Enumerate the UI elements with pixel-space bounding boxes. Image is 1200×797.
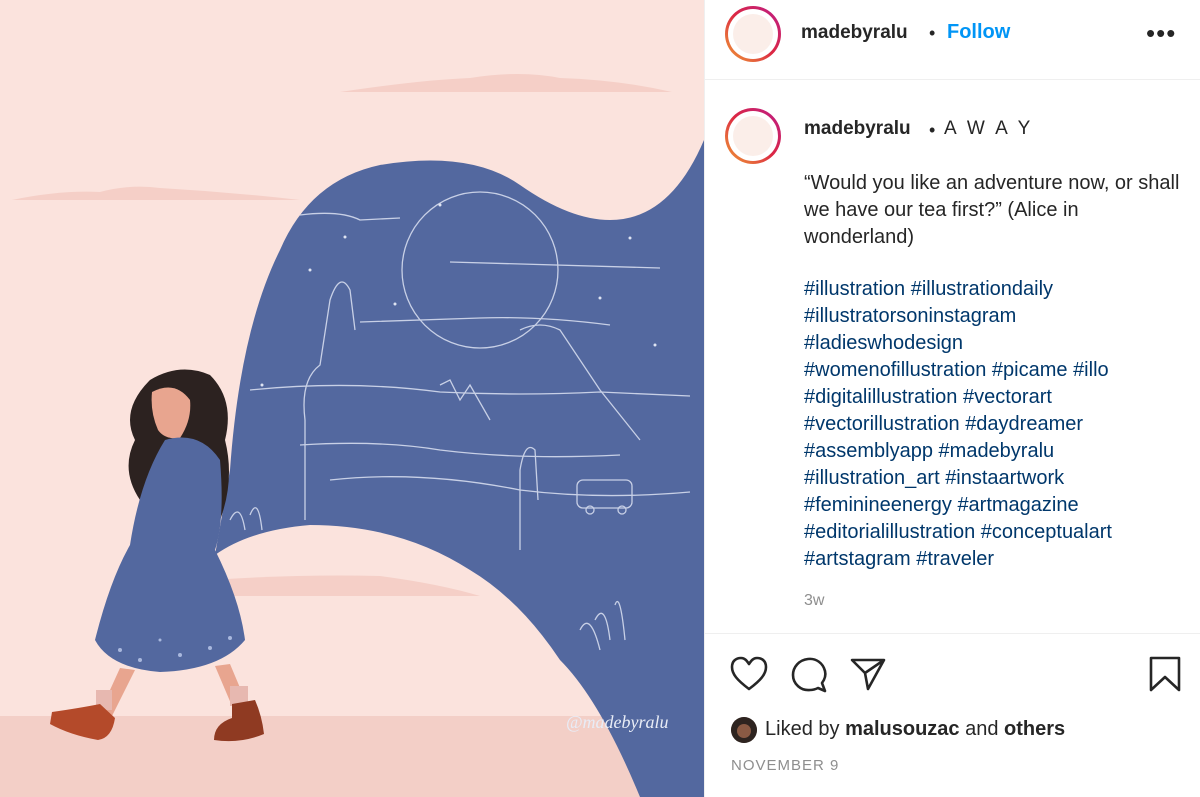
hashtag[interactable]: #picame	[992, 359, 1068, 381]
post-date[interactable]: NOVEMBER 9	[731, 757, 839, 774]
hashtag[interactable]: #conceptualart	[981, 521, 1112, 543]
post-header: madebyralu • Follow •••	[705, 0, 1200, 80]
share-icon[interactable]	[848, 655, 888, 693]
hashtag-list: #illustration #illustrationdaily #illust…	[804, 276, 1184, 573]
hashtag[interactable]: #womenofillustration	[804, 359, 986, 381]
hashtag[interactable]: #illustration_art	[804, 467, 940, 489]
hashtag[interactable]: #assemblyapp	[804, 440, 933, 462]
bookmark-icon[interactable]	[1148, 655, 1182, 693]
hashtag[interactable]: #vectorillustration	[804, 413, 960, 435]
hashtag[interactable]: #instaartwork	[945, 467, 1064, 489]
likes-middle: and	[959, 718, 1005, 740]
hashtag[interactable]: #artmagazine	[957, 494, 1078, 516]
caption-username[interactable]: madebyralu	[804, 118, 911, 140]
hashtag[interactable]: #illustratorsoninstagram	[804, 305, 1016, 327]
hashtag[interactable]: #traveler	[916, 548, 994, 570]
liker-avatar[interactable]	[731, 717, 757, 743]
caption-text: “Would you like an adventure now, or sha…	[804, 172, 1180, 248]
post-age[interactable]: 3w	[804, 592, 824, 610]
hashtag[interactable]: #madebyralu	[939, 440, 1055, 462]
hashtag[interactable]: #digitalillustration	[804, 386, 957, 408]
hashtag[interactable]: #artstagram	[804, 548, 911, 570]
hashtag[interactable]: #ladieswhodesign	[804, 332, 963, 354]
post-image[interactable]: @madebyralu	[0, 0, 704, 797]
hashtag[interactable]: #illustrationdaily	[911, 278, 1053, 300]
comment-icon[interactable]	[789, 655, 829, 693]
hashtag[interactable]: #feminineenergy	[804, 494, 952, 516]
caption-author-avatar[interactable]	[725, 108, 781, 164]
liker-username[interactable]: malusouzac	[845, 718, 959, 740]
location-tag[interactable]: A W A Y	[944, 118, 1033, 140]
likes-others-link[interactable]: others	[1004, 718, 1065, 740]
hashtag[interactable]: #vectorart	[963, 386, 1052, 408]
divider	[705, 633, 1200, 634]
watermark: @madebyralu	[566, 712, 669, 732]
heart-icon[interactable]	[729, 655, 769, 693]
hashtag[interactable]: #daydreamer	[965, 413, 1083, 435]
likes-prefix: Liked by	[765, 718, 846, 740]
follow-button[interactable]: Follow	[947, 21, 1010, 44]
hashtag[interactable]: #illo	[1073, 359, 1109, 381]
header-separator: •	[929, 23, 936, 43]
hashtag[interactable]: #editorialillustration	[804, 521, 975, 543]
more-icon[interactable]: •••	[1146, 18, 1176, 49]
caption-separator: •	[929, 120, 936, 140]
illustration	[0, 0, 704, 797]
hashtag[interactable]: #illustration	[804, 278, 905, 300]
author-username[interactable]: madebyralu	[801, 22, 908, 44]
likes-summary: Liked by malusouzac and others	[765, 718, 1065, 741]
post-side-panel: madebyralu • Follow ••• madebyralu • A W…	[704, 0, 1200, 797]
author-avatar[interactable]	[725, 6, 781, 62]
